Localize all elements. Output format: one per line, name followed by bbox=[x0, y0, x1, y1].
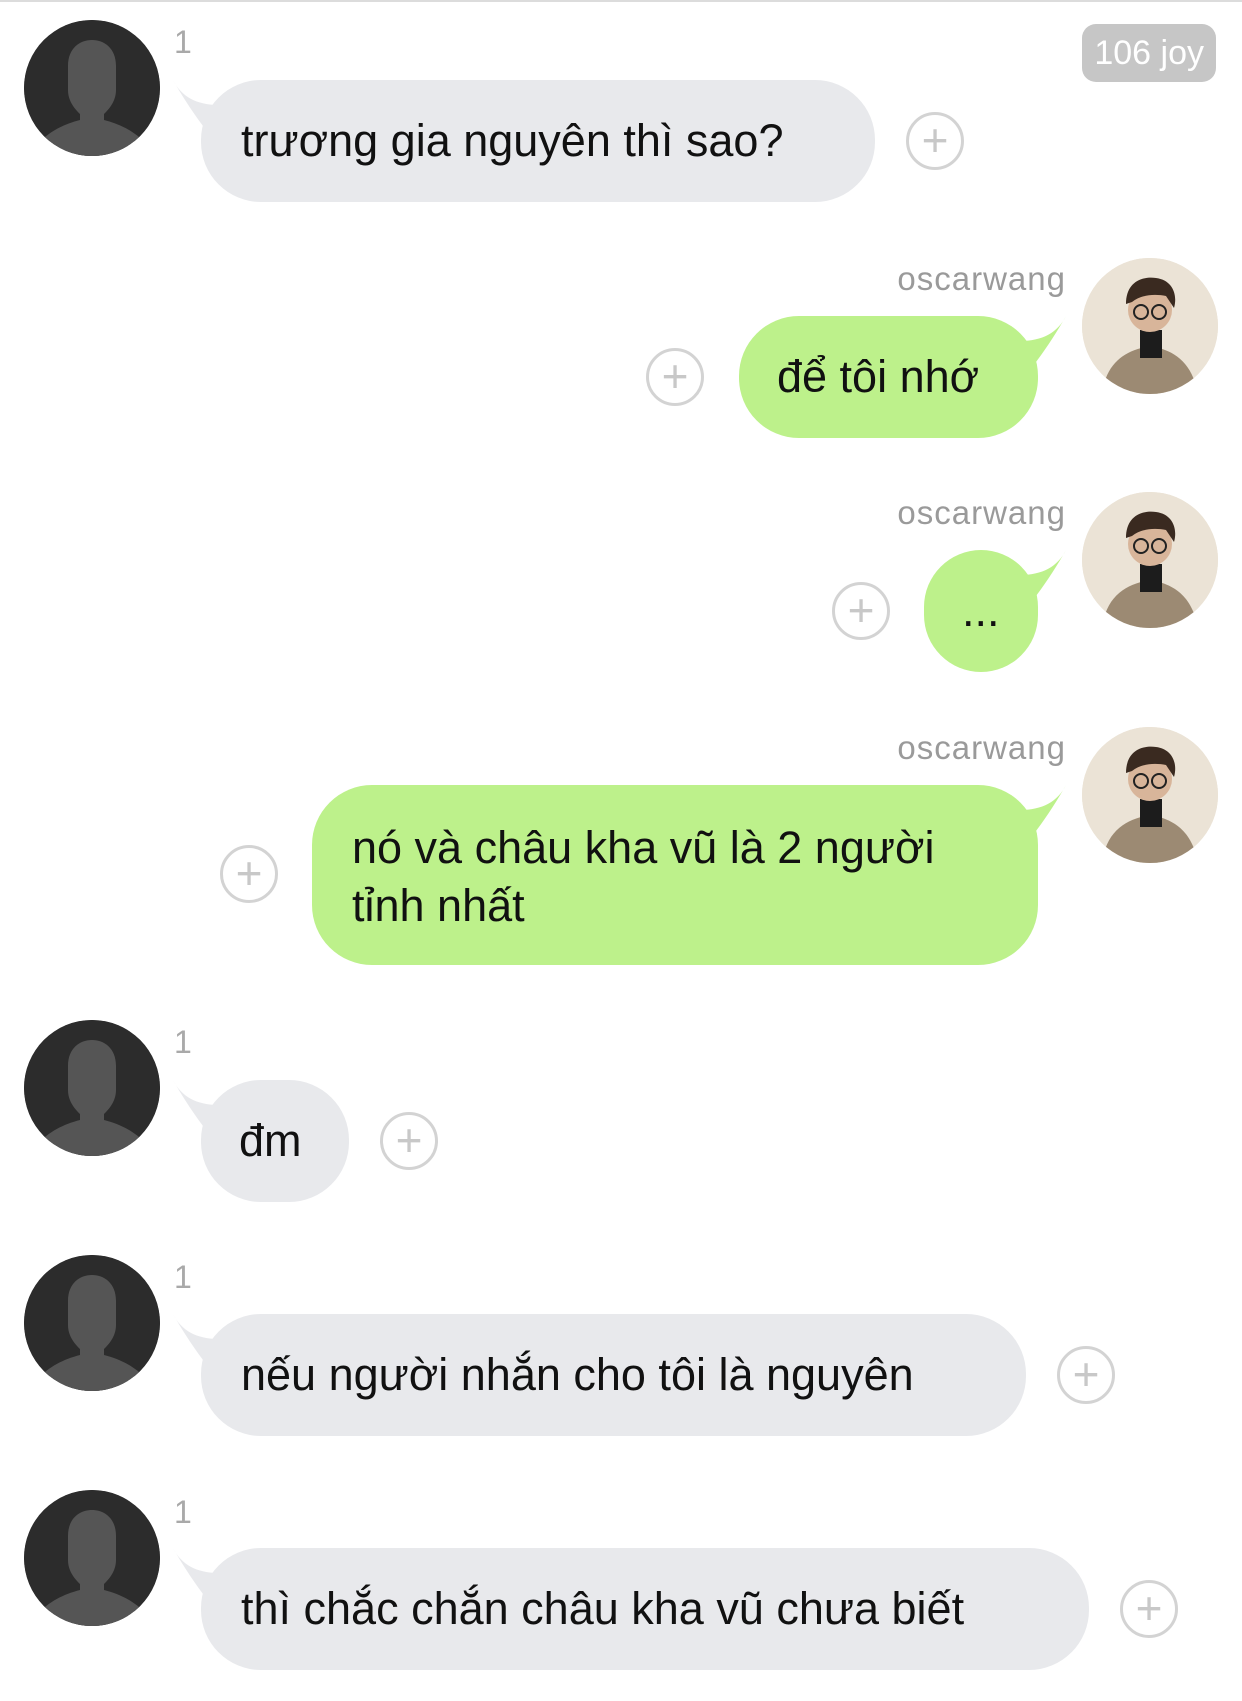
message-bubble-incoming[interactable]: trương gia nguyên thì sao? bbox=[173, 80, 875, 202]
add-reaction-plus-icon[interactable]: + bbox=[646, 348, 704, 406]
default-avatar-icon[interactable] bbox=[24, 1490, 160, 1626]
bubble-tail bbox=[173, 80, 233, 126]
message-bubble-outgoing[interactable]: ... bbox=[924, 550, 1066, 672]
message-bubble-incoming[interactable]: thì chắc chắn châu kha vũ chưa biết bbox=[173, 1548, 1089, 1670]
user-avatar-photo[interactable] bbox=[1082, 492, 1218, 628]
message-bubble-outgoing[interactable]: để tôi nhớ bbox=[739, 316, 1066, 438]
message-text: trương gia nguyên thì sao? bbox=[241, 115, 784, 166]
sender-name: oscarwang bbox=[897, 494, 1066, 531]
message-text-line: tỉnh nhất bbox=[352, 880, 525, 931]
bubble-tail bbox=[173, 1080, 233, 1126]
joy-counter-badge: 106 joy bbox=[1082, 24, 1216, 82]
default-avatar-icon[interactable] bbox=[24, 1020, 160, 1156]
message-text: để tôi nhớ bbox=[777, 351, 980, 402]
unread-count: 1 bbox=[174, 1024, 192, 1060]
message-bubble-outgoing[interactable]: nó và châu kha vũ là 2 người tỉnh nhất bbox=[312, 785, 1066, 965]
message-text: thì chắc chắn châu kha vũ chưa biết bbox=[241, 1583, 965, 1634]
message-text: nếu người nhắn cho tôi là nguyên bbox=[241, 1349, 914, 1400]
sender-name: oscarwang bbox=[897, 729, 1066, 766]
unread-count: 1 bbox=[174, 1494, 192, 1530]
user-avatar-photo[interactable] bbox=[1082, 727, 1218, 863]
add-reaction-plus-icon[interactable]: + bbox=[906, 112, 964, 170]
bubble-tail bbox=[173, 1314, 233, 1360]
message-text: đm bbox=[239, 1115, 302, 1166]
add-reaction-plus-icon[interactable]: + bbox=[1057, 1346, 1115, 1404]
user-avatar-photo[interactable] bbox=[1082, 258, 1218, 394]
default-avatar-icon[interactable] bbox=[24, 20, 160, 156]
default-avatar-icon[interactable] bbox=[24, 1255, 160, 1391]
add-reaction-plus-icon[interactable]: + bbox=[1120, 1580, 1178, 1638]
message-text-line: nó và châu kha vũ là 2 người bbox=[352, 822, 935, 873]
message-bubble-incoming[interactable]: đm bbox=[173, 1080, 349, 1202]
bubble-tail bbox=[173, 1548, 233, 1594]
add-reaction-plus-icon[interactable]: + bbox=[832, 582, 890, 640]
add-reaction-plus-icon[interactable]: + bbox=[220, 845, 278, 903]
unread-count: 1 bbox=[174, 24, 192, 60]
bubble-tail bbox=[1006, 550, 1066, 596]
bubble-tail bbox=[1006, 785, 1066, 831]
add-reaction-plus-icon[interactable]: + bbox=[380, 1112, 438, 1170]
bubble-tail bbox=[1006, 316, 1066, 362]
top-divider bbox=[0, 0, 1242, 2]
sender-name: oscarwang bbox=[897, 260, 1066, 297]
unread-count: 1 bbox=[174, 1259, 192, 1295]
message-bubble-incoming[interactable]: nếu người nhắn cho tôi là nguyên bbox=[173, 1314, 1026, 1436]
